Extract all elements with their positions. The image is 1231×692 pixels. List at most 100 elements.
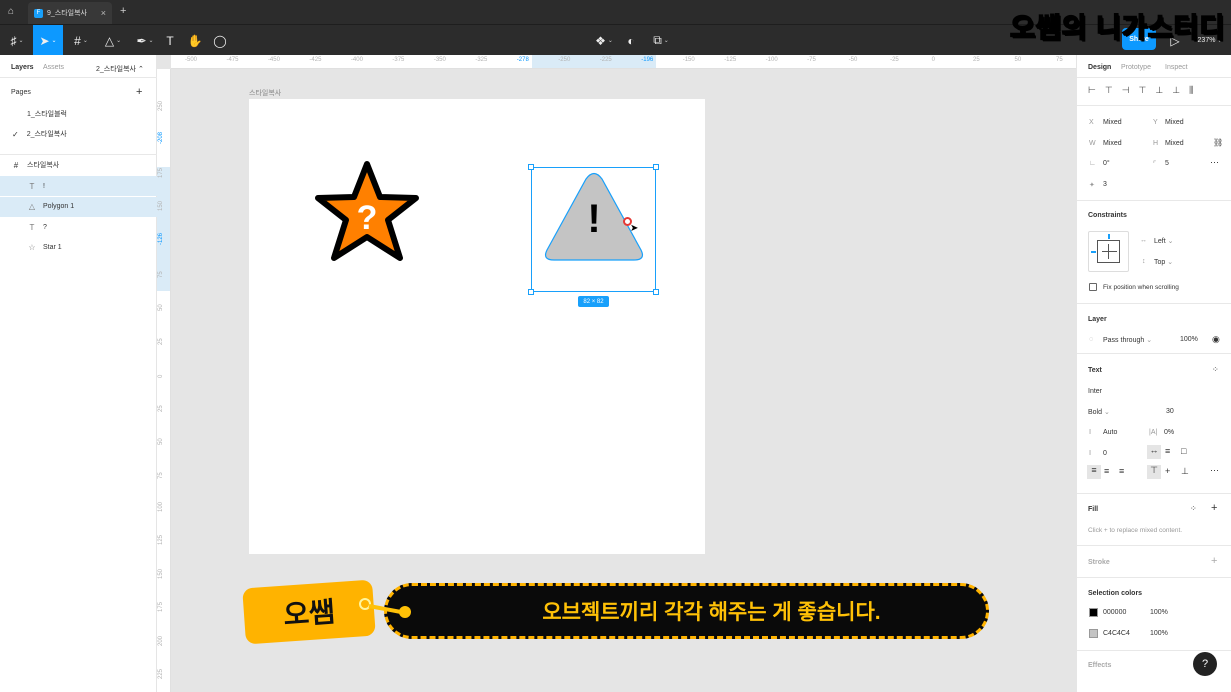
constraint-widget[interactable]: [1088, 231, 1129, 272]
page-item[interactable]: ✓ 2_스타일복사: [0, 124, 157, 144]
page-dropdown[interactable]: 2_스타일복사 ⌃: [96, 64, 144, 74]
comment-tool-button[interactable]: ◯: [205, 25, 235, 56]
blend-mode-dropdown[interactable]: Pass through ⌄: [1103, 336, 1152, 344]
layer-row[interactable]: T!: [0, 176, 157, 196]
eye-icon[interactable]: ◉: [1212, 334, 1220, 345]
text-align-center-icon[interactable]: ≡: [1104, 466, 1109, 476]
hand-icon: ✋: [187, 33, 203, 48]
text-align-right-icon[interactable]: ≡: [1119, 466, 1124, 476]
fill-styles-icon[interactable]: ⁘: [1190, 504, 1197, 513]
paragraph-spacing-field[interactable]: 0: [1103, 450, 1107, 457]
constraint-horizontal-dropdown[interactable]: Left ⌄: [1154, 237, 1174, 245]
star-question-mark[interactable]: ?: [357, 199, 378, 237]
auto-width-icon[interactable]: ↔: [1147, 445, 1161, 459]
resize-handle[interactable]: [653, 164, 659, 170]
color-hex[interactable]: 000000: [1103, 609, 1126, 616]
vertical-align-top-icon[interactable]: ⊤: [1147, 465, 1161, 479]
align-top-icon[interactable]: ⊤: [1139, 85, 1147, 96]
constraints-title: Constraints: [1088, 212, 1127, 219]
distribute-icon[interactable]: ⫼: [1189, 85, 1193, 96]
auto-height-icon[interactable]: ≡: [1165, 446, 1170, 456]
add-page-icon[interactable]: +: [136, 86, 142, 98]
close-tab-icon[interactable]: ×: [101, 8, 106, 18]
font-family-dropdown[interactable]: Inter: [1088, 388, 1102, 395]
constrain-proportions-icon[interactable]: ⛓: [1213, 138, 1223, 147]
layer-opacity-field[interactable]: 100%: [1180, 336, 1198, 343]
align-center-h-icon[interactable]: ⊤: [1105, 85, 1113, 96]
fix-position-label: Fix position when scrolling: [1103, 284, 1179, 291]
move-tool-button[interactable]: ➤ ⌄: [33, 25, 63, 56]
help-button[interactable]: ?: [1193, 652, 1217, 676]
constraint-vertical-dropdown[interactable]: Top ⌄: [1154, 258, 1173, 266]
rotation-field[interactable]: 0°: [1103, 160, 1110, 167]
more-text-options-icon[interactable]: ⋯: [1210, 465, 1219, 476]
star-shape[interactable]: ?: [310, 158, 424, 268]
fixed-size-icon[interactable]: □: [1181, 446, 1186, 456]
component-button[interactable]: ❖ ⌄: [590, 25, 618, 56]
h-field[interactable]: Mixed: [1165, 140, 1184, 147]
mask-button[interactable]: ◐: [618, 25, 644, 56]
frame-tool-button[interactable]: # ⌄: [66, 25, 96, 56]
main-menu-button[interactable]: ♯ ⌄: [2, 25, 32, 56]
home-icon[interactable]: ⌂: [8, 6, 14, 17]
ruler-top-tick-label: -100: [765, 57, 778, 63]
file-tab-title: 9_스타일복사: [47, 10, 87, 17]
ruler-top-tick-label: -425: [309, 57, 322, 63]
color-opacity[interactable]: 100%: [1150, 630, 1168, 637]
letter-spacing-field[interactable]: 0%: [1164, 429, 1174, 436]
divider: [1077, 493, 1231, 494]
y-field[interactable]: Mixed: [1165, 119, 1184, 126]
layer-label: Polygon 1: [43, 203, 75, 210]
more-icon[interactable]: ⋯: [1210, 157, 1219, 168]
ruler-top-tick-label: -75: [807, 57, 816, 63]
tab-prototype[interactable]: Prototype: [1121, 64, 1151, 71]
frame-label[interactable]: 스타일복사: [249, 88, 281, 98]
speaker-connector: [359, 598, 411, 618]
color-hex[interactable]: C4C4C4: [1103, 630, 1130, 637]
stroke-title: Stroke: [1088, 559, 1110, 566]
new-tab-button[interactable]: +: [120, 5, 126, 17]
vertical-align-bottom-icon[interactable]: ⊥: [1181, 466, 1189, 477]
tab-layers[interactable]: Layers: [11, 64, 34, 71]
w-field[interactable]: Mixed: [1103, 140, 1122, 147]
paragraph-spacing-icon: Ⅰ: [1089, 450, 1092, 457]
add-fill-icon[interactable]: +: [1211, 502, 1217, 514]
font-size-field[interactable]: 30: [1166, 408, 1174, 415]
constraint-horizontal-value: Left: [1154, 238, 1166, 245]
add-stroke-icon[interactable]: +: [1211, 555, 1217, 567]
vertical-align-middle-icon[interactable]: +: [1165, 466, 1170, 476]
resize-handle[interactable]: [653, 289, 659, 295]
ruler-left-tick-label: 225: [158, 668, 164, 679]
text-styles-icon[interactable]: ⁘: [1212, 365, 1219, 374]
selection-colors-title: Selection colors: [1088, 590, 1143, 597]
color-swatch[interactable]: [1089, 629, 1098, 638]
align-right-icon[interactable]: ⊣: [1122, 85, 1130, 96]
align-left-icon[interactable]: ⊢: [1088, 85, 1096, 96]
tab-inspect[interactable]: Inspect: [1165, 64, 1188, 71]
line-height-field[interactable]: Auto: [1103, 429, 1117, 436]
color-swatch[interactable]: [1089, 608, 1098, 617]
shape-tool-button[interactable]: △ ⌄: [98, 25, 128, 56]
fix-position-checkbox[interactable]: [1089, 283, 1097, 291]
page-item[interactable]: 1_스타일블럭: [0, 104, 157, 124]
color-opacity[interactable]: 100%: [1150, 609, 1168, 616]
align-middle-icon[interactable]: ⊥: [1155, 85, 1163, 96]
subtitle-caption: 오브젝트끼리 각각 해주는 게 좋습니다.: [384, 583, 989, 639]
resize-handle[interactable]: [528, 289, 534, 295]
layer-row[interactable]: ☆ Star 1: [0, 238, 157, 258]
resize-handle[interactable]: [528, 164, 534, 170]
point-count-field[interactable]: 3: [1103, 181, 1107, 188]
corner-radius-field[interactable]: 5: [1165, 160, 1169, 167]
align-bottom-icon[interactable]: ⊥: [1172, 85, 1180, 96]
layer-row[interactable]: △ Polygon 1: [0, 196, 157, 217]
font-weight-dropdown[interactable]: Bold ⌄: [1088, 408, 1110, 416]
boolean-button[interactable]: ⧉ ⌄: [646, 25, 676, 56]
text-align-left-icon[interactable]: ≡: [1087, 465, 1101, 479]
tab-assets[interactable]: Assets: [43, 64, 64, 71]
x-field[interactable]: Mixed: [1103, 119, 1122, 126]
ruler-top-tick-label: -400: [350, 57, 363, 63]
file-tab[interactable]: F 9_스타일복사 ×: [28, 2, 112, 24]
tab-design[interactable]: Design: [1088, 64, 1111, 71]
layer-row[interactable]: T?: [0, 217, 157, 237]
layer-frame[interactable]: # 스타일복사: [0, 155, 157, 175]
